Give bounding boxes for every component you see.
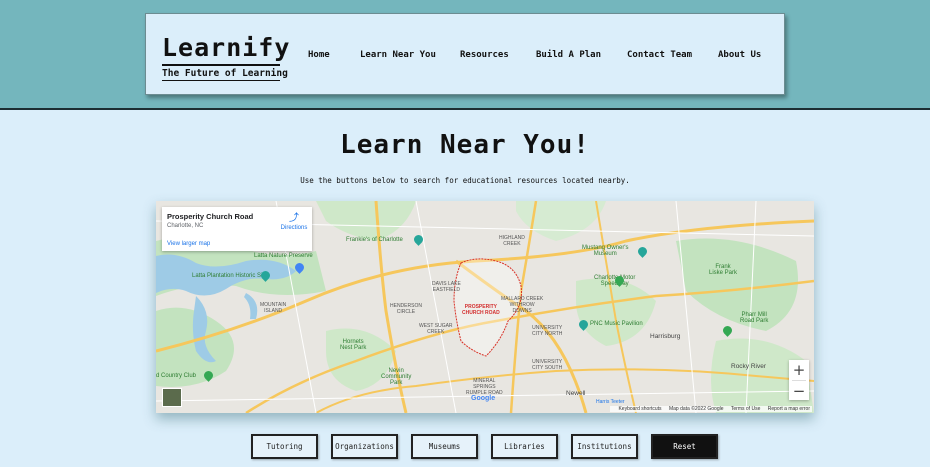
satellite-toggle[interactable] [162,388,182,407]
map-label-frankies: Frankie's of Charlotte [346,237,403,243]
map-label-mineral: MINERAL SPRINGS RUMPLE ROAD [466,378,503,396]
nav-build-a-plan[interactable]: Build A Plan [536,50,601,60]
map-label-rocky-river: Rocky River [731,363,767,370]
site-header: Learnify The Future of Learning Home Lea… [145,13,785,95]
map-label-mustang: Mustang Owner's Museum [582,245,629,257]
brand-underline [162,64,280,66]
map-label-university-north: UNIVERSITY CITY NORTH [532,325,563,337]
directions-button[interactable]: ⤴ Directions [280,213,308,231]
google-logo: Google [471,395,496,402]
map-label-nevin: Nevin Community Park [381,368,412,386]
nav-learn-near-you[interactable]: Learn Near You [360,50,436,60]
map-embed[interactable]: Frankie's of Charlotte Latta Nature Pres… [156,201,814,413]
page-intro: Use the buttons below to search for educ… [300,176,630,185]
brand-underline-2 [162,80,280,81]
nav-resources[interactable]: Resources [460,50,509,60]
zoom-in-button[interactable]: + [789,360,809,380]
map-label-pharr-mill: Pharr Mill Road Park [740,312,769,324]
reset-button[interactable]: Reset [651,434,718,459]
map-attribution: Keyboard shortcuts Map data ©2022 Google… [610,406,812,412]
nav-contact-team[interactable]: Contact Team [627,50,692,60]
report-map-error-link[interactable]: Report a map error [768,406,810,412]
zoom-controls: + − [789,360,809,400]
nav-about-us[interactable]: About Us [718,50,761,60]
brand-title: Learnify [162,33,291,62]
map-label-highland: HIGHLAND CREEK [499,235,525,247]
libraries-button[interactable]: Libraries [491,434,558,459]
brand-tagline: The Future of Learning [162,68,288,79]
map-label-university-south: UNIVERSITY CITY SOUTH [532,359,563,371]
map-label-hornets: Hornets Nest Park [340,339,367,351]
place-card: Prosperity Church Road Charlotte, NC Vie… [162,207,312,251]
institutions-button[interactable]: Institutions [571,434,638,459]
page-title: Learn Near You! [340,130,590,160]
terms-of-use-link[interactable]: Terms of Use [731,406,760,412]
map-label-mountain-island: MOUNTAIN ISLAND [260,302,287,314]
view-larger-map-link[interactable]: View larger map [167,241,210,247]
zoom-out-button[interactable]: − [789,381,809,401]
museums-button[interactable]: Museums [411,434,478,459]
nav-home[interactable]: Home [308,50,330,60]
organizations-button[interactable]: Organizations [331,434,398,459]
brand-logo[interactable]: Learnify The Future of Learning [162,34,290,81]
map-label-harrisburg: Harrisburg [650,333,681,340]
place-city: Charlotte, NC [167,223,204,229]
map-label-prosperity: PROSPERITY CHURCH ROAD [462,304,500,316]
map-label-west-sugar: WEST SUGAR CREEK [419,323,453,335]
map-label-latta-plantation: Latta Plantation Historic Site [192,273,268,279]
map-label-country-club: d Country Club [156,373,197,379]
tutoring-button[interactable]: Tutoring [251,434,318,459]
map-label-latta-preserve: Latta Nature Preserve [254,253,313,259]
map-label-pnc: PNC Music Pavilion [590,321,643,327]
keyboard-shortcuts-link[interactable]: Keyboard shortcuts [618,406,661,412]
map-label-frank-liske: Frank Liske Park [709,264,738,276]
map-label-newell: Newell [566,390,586,397]
map-label-mallard: MALLARD CREEK WITHROW DOWNS [501,296,544,314]
map-data-text: Map data ©2022 Google [668,406,724,412]
place-name: Prosperity Church Road [167,212,254,221]
map-label-henderson: HENDERSON CIRCLE [390,303,422,315]
map-label-harris-teeter: Harris Teeter [596,399,625,405]
directions-label: Directions [280,225,308,231]
map-label-davis-lake: DAVIS LAKE EASTFIELD [432,281,461,293]
directions-icon: ⤴ [289,213,299,224]
